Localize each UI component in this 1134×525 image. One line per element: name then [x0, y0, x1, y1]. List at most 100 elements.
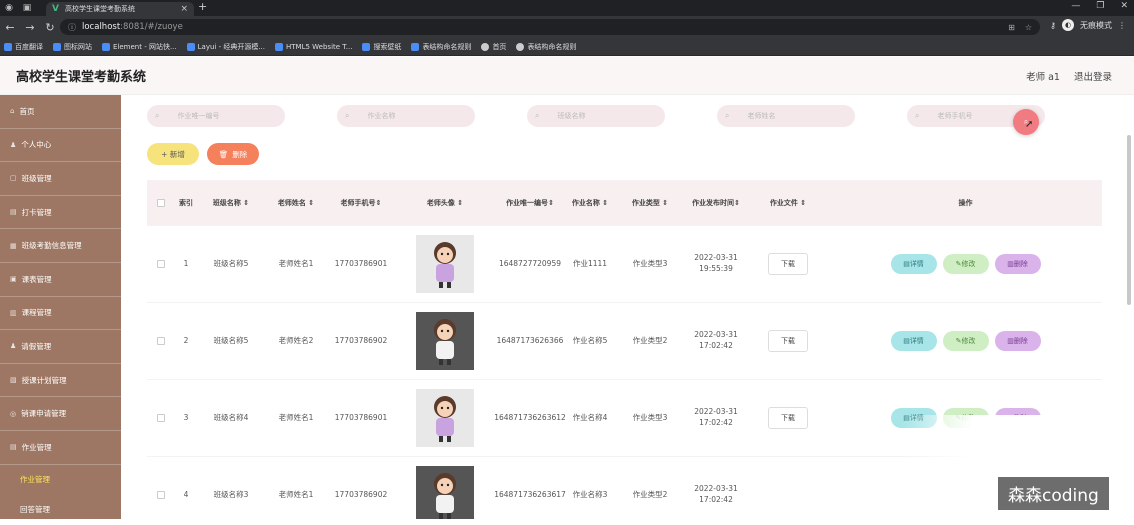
scroll-thumb[interactable]: [1127, 135, 1131, 305]
sidebar-item[interactable]: ▤ 作业管理: [0, 431, 121, 465]
chrome-menu-icon[interactable]: ◉: [0, 3, 18, 13]
sidebar-item-label: 请假管理: [21, 341, 52, 351]
col-publish-time[interactable]: 作业发布时间 ⇕: [685, 198, 747, 208]
mouse-cursor-icon: ➚: [1025, 119, 1034, 130]
trash-icon: ▥: [1007, 336, 1014, 345]
bookmark-item[interactable]: 首页: [481, 42, 506, 52]
col-homework-type[interactable]: 作业类型 ⇕: [615, 198, 685, 208]
reload-icon[interactable]: ↻: [40, 21, 60, 34]
maximize-icon[interactable]: ❐: [1096, 1, 1104, 11]
search-icon: ⌕: [915, 111, 920, 120]
sidebar-item[interactable]: ♟ 个人中心: [0, 129, 121, 163]
sidebar-item[interactable]: ▧ 授课计划管理: [0, 364, 121, 398]
translate-icon[interactable]: ⊞: [1008, 23, 1015, 32]
star-icon[interactable]: ☆: [1025, 23, 1032, 32]
file-cell: 下载: [747, 407, 829, 429]
class-name: 班级名称4: [213, 412, 249, 422]
tab-search-icon[interactable]: ▣: [18, 3, 36, 13]
bookmark-item[interactable]: HTML5 Website T...: [275, 42, 352, 51]
search-placeholder: 作业唯一编号: [177, 112, 220, 120]
sidebar-item[interactable]: ▤ 打卡管理: [0, 196, 121, 230]
col-homework-id[interactable]: 作业唯一编号 ⇕: [495, 198, 565, 208]
logout-link[interactable]: 退出登录: [1074, 69, 1112, 83]
batch-delete-button[interactable]: 🗑 删除: [207, 143, 259, 165]
profile-button[interactable]: ⚷ ◐ 无痕模式 ⋮: [1050, 19, 1126, 31]
url-input[interactable]: ⓘ localhost :8081/#/zuoye ⊞ ☆: [60, 19, 1040, 35]
close-window-icon[interactable]: ✕: [1120, 1, 1128, 11]
add-button[interactable]: + 新增: [147, 143, 199, 165]
delete-button[interactable]: ▥ 删除: [994, 254, 1041, 274]
sidebar-item[interactable]: ▥ 课程管理: [0, 297, 121, 331]
teacher-phone: 17703786901: [334, 412, 388, 422]
sort-icon: ⇕: [457, 198, 464, 207]
back-icon[interactable]: ←: [0, 21, 20, 34]
search-input[interactable]: ⌕ 作业名称: [337, 105, 475, 127]
select-all-checkbox[interactable]: [157, 199, 165, 207]
teacher-phone: 17703786901: [334, 258, 388, 268]
col-teacher-name[interactable]: 老师姓名 ⇕: [265, 198, 327, 208]
bookmark-item[interactable]: Element - 网站快...: [102, 42, 177, 52]
bookmarks-bar: 百度翻译 图标网站 Element - 网站快... Layui - 经典开源模...…: [0, 38, 1134, 56]
col-teacher-phone[interactable]: 老师手机号 ⇕: [327, 198, 395, 208]
clock-icon: ▤: [10, 208, 17, 217]
sidebar-item[interactable]: ⌂ 首页: [0, 95, 121, 129]
sidebar-item[interactable]: ▦ 班级考勤信息管理: [0, 229, 121, 263]
search-form: ⌕ 作业唯一编号 ⌕ 作业名称 ⌕ 班级名称 ⌕ 老师姓名 ⌕ 老师手机号: [147, 105, 1045, 127]
site-info-icon[interactable]: ⓘ: [68, 22, 76, 33]
course-icon: ▥: [10, 308, 17, 317]
search-icon: ⌕: [155, 111, 160, 120]
edit-button[interactable]: ✎ 修改: [942, 254, 989, 274]
download-button[interactable]: 下载: [768, 253, 808, 275]
homework-type: 作业类型3: [632, 412, 668, 422]
detail-button[interactable]: ▤ 详情: [890, 254, 937, 274]
detail-button[interactable]: ▤ 详情: [890, 331, 937, 351]
delete-button[interactable]: ▥ 删除: [994, 331, 1041, 351]
col-teacher-avatar[interactable]: 老师头像 ⇕: [395, 198, 495, 208]
teacher-avatar: [416, 235, 474, 293]
bookmark-item[interactable]: 表结构命名规则: [411, 42, 471, 52]
search-input[interactable]: ⌕ 班级名称: [527, 105, 665, 127]
col-homework-file[interactable]: 作业文件 ⇕: [747, 198, 829, 208]
row-checkbox[interactable]: [157, 337, 165, 345]
sidebar-item[interactable]: ▢ 班级管理: [0, 162, 121, 196]
close-icon[interactable]: ×: [180, 4, 188, 14]
teacher-cartoon-icon: [434, 473, 456, 519]
row-index: 3: [183, 412, 189, 422]
sidebar-item[interactable]: ♟ 请假管理: [0, 330, 121, 364]
more-icon[interactable]: ⋮: [1118, 21, 1126, 30]
download-button[interactable]: 下载: [768, 407, 808, 429]
download-button[interactable]: 下载: [768, 330, 808, 352]
col-class-name[interactable]: 班级名称 ⇕: [197, 198, 265, 208]
minimize-icon[interactable]: —: [1071, 1, 1080, 11]
bookmark-item[interactable]: 图标网站: [53, 42, 92, 52]
key-icon[interactable]: ⚷: [1050, 21, 1056, 30]
search-input[interactable]: ⌕ 老师姓名: [717, 105, 855, 127]
bookmark-item[interactable]: Layui - 经典开源模...: [186, 42, 265, 52]
sidebar-item[interactable]: ◎ 销课申请管理: [0, 397, 121, 431]
publish-time: 2022-03-31 19:55:39: [694, 253, 738, 273]
edit-button[interactable]: ✎ 修改: [942, 331, 989, 351]
browser-tab[interactable]: V 高校学生课堂考勤系统 ×: [46, 2, 194, 16]
sidebar-item[interactable]: ▣ 课表管理: [0, 263, 121, 297]
forward-icon[interactable]: →: [20, 21, 40, 34]
row-select-cell: [147, 260, 175, 268]
address-bar-row: ← → ↻ ⓘ localhost :8081/#/zuoye ⊞ ☆ ⚷ ◐ …: [0, 16, 1134, 38]
home-icon: ⌂: [10, 107, 15, 116]
bookmark-item[interactable]: 表结构命名规则: [516, 42, 576, 52]
action-label: 详情: [909, 336, 924, 345]
new-tab-icon[interactable]: +: [198, 0, 207, 13]
teacher-cartoon-icon: [434, 242, 456, 288]
row-index: 4: [183, 489, 189, 499]
sidebar-subitem[interactable]: 作业管理: [0, 465, 121, 495]
search-input[interactable]: ⌕ 作业唯一编号: [147, 105, 285, 127]
row-checkbox[interactable]: [157, 491, 165, 499]
sidebar-subitem[interactable]: 回答管理: [0, 495, 121, 525]
bookmark-item[interactable]: 搜索壁纸: [362, 42, 401, 52]
bookmark-item[interactable]: 百度翻译: [4, 42, 43, 52]
row-checkbox[interactable]: [157, 414, 165, 422]
row-checkbox[interactable]: [157, 260, 165, 268]
search-placeholder: 作业名称: [367, 112, 396, 120]
sidebar-item-label: 首页: [19, 106, 35, 116]
operations-cell: ▤ 详情✎ 修改▥ 删除: [829, 331, 1102, 351]
col-homework-name[interactable]: 作业名称 ⇕: [565, 198, 615, 208]
